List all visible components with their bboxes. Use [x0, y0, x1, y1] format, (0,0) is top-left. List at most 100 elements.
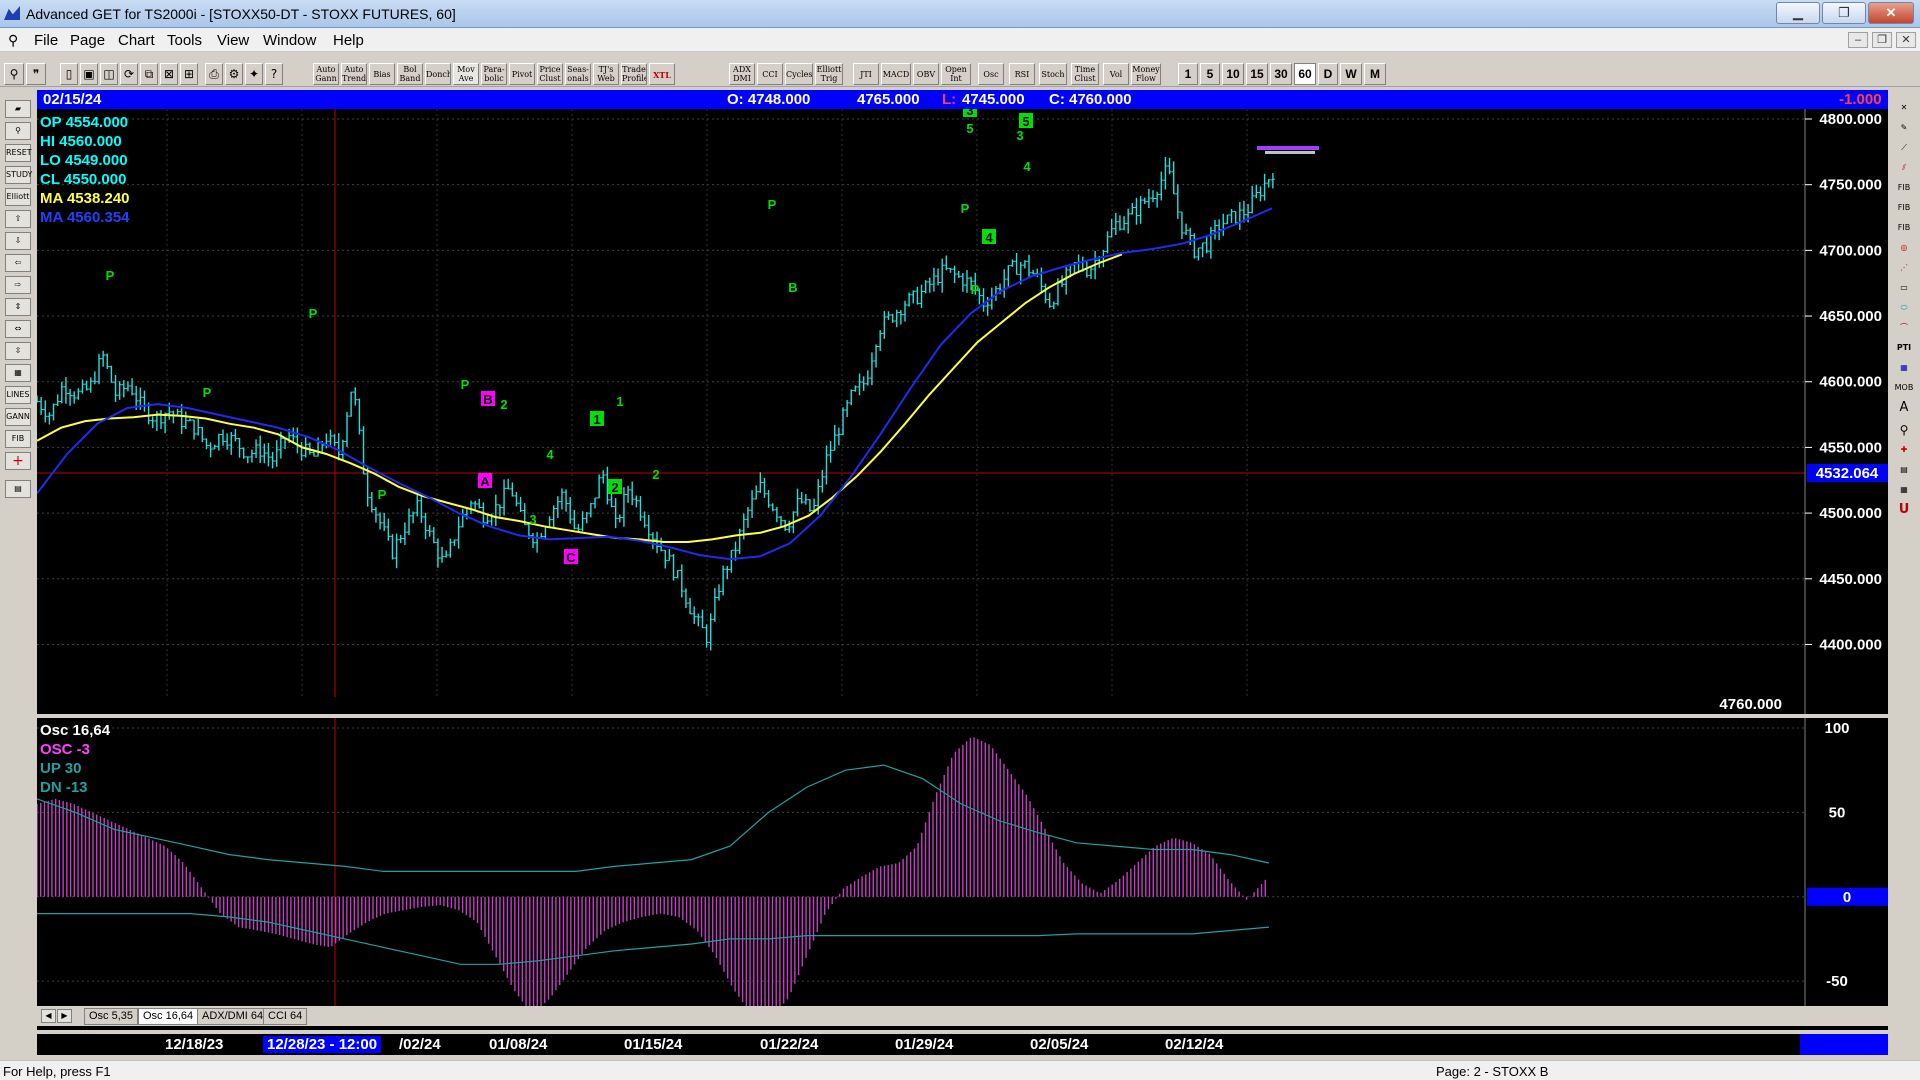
idea-icon[interactable]: ✦ — [245, 63, 263, 85]
maximize-button[interactable]: ❐ — [1822, 2, 1866, 24]
study-cycles-button[interactable]: Cycles — [785, 63, 813, 85]
interval-1-button[interactable]: 1 — [1178, 63, 1198, 85]
menu-help[interactable]: Help — [333, 32, 364, 49]
interval-10-button[interactable]: 10 — [1222, 63, 1244, 85]
pen-icon[interactable]: ✎ — [1894, 120, 1914, 138]
study-elliott-trig-button[interactable]: Elliott Trig — [815, 63, 843, 85]
interval-d-button[interactable]: D — [1318, 63, 1338, 85]
study-mov-ave-button[interactable]: Mov Ave — [453, 63, 479, 85]
mdi-restore-button[interactable]: ❐ — [1872, 32, 1892, 48]
channel-icon[interactable]: ⫽ — [1894, 160, 1914, 178]
menu-window[interactable]: Window — [263, 32, 316, 49]
grid-icon[interactable]: ▦ — [5, 364, 31, 382]
zoom-icon[interactable]: ⚲ — [5, 122, 31, 140]
close-button[interactable]: ✕ — [1868, 2, 1914, 24]
compress-icon[interactable]: ⇕ — [5, 298, 31, 316]
price-chart[interactable]: P P P P P P P P A B C 1 2 3 4 5 1 2 3 4 5 2 3 B 4 4800.000 4750.0… — [37, 109, 1888, 714]
mob-icon[interactable]: MOB — [1894, 380, 1914, 398]
tab-adx-dmi-64[interactable]: ADX/DMI 64 — [197, 1008, 269, 1025]
help-icon[interactable]: ? — [265, 63, 283, 85]
study-adx-dmi-button[interactable]: ADX DMI — [729, 63, 755, 85]
menu-view[interactable]: View — [217, 32, 249, 49]
tab-next-icon[interactable]: ▶ — [57, 1009, 72, 1023]
study-time-clust-button[interactable]: Time Clust — [1071, 63, 1099, 85]
study-parabolic-button[interactable]: Para-bolic — [481, 63, 507, 85]
menu-tools[interactable]: Tools — [167, 32, 202, 49]
tab-osc-5-35[interactable]: Osc 5,35 — [84, 1008, 139, 1025]
list-icon[interactable]: ▤ — [1894, 462, 1914, 480]
study-macd-button[interactable]: MACD — [881, 63, 911, 85]
mdi-minimize-button[interactable]: – — [1848, 32, 1868, 48]
calc-icon[interactable]: ▦ — [1894, 482, 1914, 500]
study-cci-button[interactable]: CCI — [757, 63, 783, 85]
menu-page[interactable]: Page — [70, 32, 105, 49]
expand-vertical-icon[interactable]: ⇳ — [5, 342, 31, 360]
grid-icon[interactable]: ⊠ — [160, 63, 178, 85]
tab-prev-icon[interactable]: ◀ — [41, 1009, 56, 1023]
circle-icon[interactable]: ◎ — [1894, 240, 1914, 258]
gann-icon[interactable]: GANN — [5, 408, 31, 426]
trendline-icon[interactable]: ⟋ — [1894, 140, 1914, 158]
study-xtl-button[interactable]: XTL — [649, 63, 675, 85]
interval-5-button[interactable]: 5 — [1200, 63, 1220, 85]
ellipse-icon[interactable]: ⬭ — [1894, 300, 1914, 318]
expand-horizontal-icon[interactable]: ⇔ — [5, 320, 31, 338]
undo-icon[interactable]: U — [1894, 502, 1914, 520]
arrow-down-icon[interactable]: ⇩ — [5, 232, 31, 250]
box-icon[interactable]: ▭ — [1894, 280, 1914, 298]
fib-time-icon[interactable]: FIB — [1894, 220, 1914, 238]
study-osc-button[interactable]: Osc — [978, 63, 1004, 85]
marker-icon[interactable]: ✚ — [1894, 442, 1914, 460]
lines-icon[interactable]: LINES — [5, 386, 31, 404]
close-x-icon[interactable]: ✕ — [1894, 100, 1914, 118]
interval-m-button[interactable]: M — [1364, 63, 1386, 85]
magnify-icon[interactable]: ⚲ — [1894, 422, 1914, 440]
fan-icon[interactable]: ⋰ — [1894, 260, 1914, 278]
study-trade-profile-button[interactable]: Trade Profile — [621, 63, 647, 85]
text-icon[interactable]: A — [1894, 400, 1914, 418]
study-bias-button[interactable]: Bias — [369, 63, 395, 85]
study-pivot-button[interactable]: Pivot — [509, 63, 535, 85]
study-open-int-button[interactable]: Open Int — [941, 63, 971, 85]
menu-chart[interactable]: Chart — [118, 32, 155, 49]
elliott-icon[interactable]: Elliott — [5, 188, 31, 206]
arc-icon[interactable]: ⌒ — [1894, 320, 1914, 338]
study-seasonals-button[interactable]: Seas-onals — [565, 63, 591, 85]
interval-60-button[interactable]: 60 — [1294, 63, 1316, 85]
pti-icon[interactable]: PTI — [1894, 340, 1914, 358]
crosshair-icon[interactable]: + — [5, 452, 31, 470]
copy-icon[interactable]: ▣ — [80, 63, 98, 85]
fib-ext-icon[interactable]: FIB — [1894, 200, 1914, 218]
arrow-right-icon[interactable]: ⇨ — [5, 276, 31, 294]
settings-icon[interactable]: ⚙ — [225, 63, 243, 85]
study-vol-button[interactable]: Vol — [1103, 63, 1129, 85]
tile-icon[interactable]: ⊞ — [180, 63, 198, 85]
interval-15-button[interactable]: 15 — [1246, 63, 1268, 85]
mdi-close-button[interactable]: ✕ — [1896, 32, 1916, 48]
study-price-clust-button[interactable]: Price Clust — [537, 63, 563, 85]
fib-icon[interactable]: FIB — [5, 430, 31, 448]
print-icon[interactable]: ⎙ — [205, 63, 223, 85]
interval-30-button[interactable]: 30 — [1270, 63, 1292, 85]
reset-icon[interactable]: RESET — [5, 144, 32, 162]
study-rsi-button[interactable]: RSI — [1009, 63, 1035, 85]
tab-cci-64[interactable]: CCI 64 — [263, 1008, 308, 1025]
fib-ret-icon[interactable]: FIB — [1894, 180, 1914, 198]
study-bol-band-button[interactable]: Bol Band — [397, 63, 423, 85]
study-auto-gann-button[interactable]: Auto Gann — [313, 63, 339, 85]
study-money-flow-button[interactable]: Money Flow — [1131, 63, 1161, 85]
arrow-left-icon[interactable]: ⇦ — [5, 254, 31, 272]
study-obv-button[interactable]: OBV — [913, 63, 939, 85]
open-icon[interactable]: ◫ — [100, 63, 118, 85]
quote-icon[interactable]: ❞ — [26, 63, 46, 85]
interval-w-button[interactable]: W — [1340, 63, 1362, 85]
minimize-button[interactable]: ▁ — [1776, 2, 1820, 24]
study-auto-trend-button[interactable]: Auto Trend — [341, 63, 367, 85]
study-tjs-web-button[interactable]: TJ's Web — [593, 63, 619, 85]
study-stoch-button[interactable]: Stoch — [1039, 63, 1067, 85]
refresh-icon[interactable]: ⟳ — [120, 63, 138, 85]
grid-tool-icon[interactable]: ▦ — [1894, 360, 1914, 378]
open-chart-icon[interactable]: ▰ — [5, 100, 31, 118]
cascade-icon[interactable]: ⧉ — [140, 63, 158, 85]
mdi-doc-icon[interactable]: ⚲ — [8, 32, 18, 49]
